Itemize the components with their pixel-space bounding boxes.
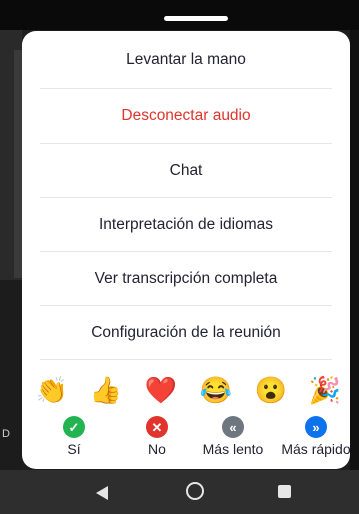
feedback-label: Más lento xyxy=(202,441,264,457)
back-icon[interactable] xyxy=(96,486,108,500)
heart-icon[interactable]: ❤️ xyxy=(144,373,178,407)
thumbs-up-icon[interactable]: 👍 xyxy=(89,373,123,407)
feedback-yes-button[interactable]: ✓ Sí xyxy=(34,416,114,457)
recent-apps-icon[interactable] xyxy=(278,485,291,498)
party-popper-icon[interactable]: 🎉 xyxy=(308,373,342,407)
nonverbal-feedback-row: ✓ Sí ✕ No « Más lento » Más rápido xyxy=(22,416,350,466)
close-icon: ✕ xyxy=(146,416,168,438)
feedback-no-button[interactable]: ✕ No xyxy=(117,416,197,457)
menu-item-meeting-settings[interactable]: Configuración de la reunión xyxy=(40,306,332,360)
tears-of-joy-icon[interactable]: 😂 xyxy=(199,373,233,407)
meeting-video-edge xyxy=(350,30,359,470)
feedback-faster-button[interactable]: » Más rápido xyxy=(276,416,350,457)
clapping-hands-icon[interactable]: 👏 xyxy=(35,373,69,407)
menu-item-raise-hand[interactable]: Levantar la mano xyxy=(40,33,332,87)
menu-item-language-interpretation[interactable]: Interpretación de idiomas xyxy=(40,198,332,252)
surprised-face-icon[interactable]: 😮 xyxy=(254,373,288,407)
feedback-slower-button[interactable]: « Más lento xyxy=(193,416,273,457)
feedback-label: Más rápido xyxy=(281,441,350,457)
status-bar-background xyxy=(0,0,359,30)
reactions-row: 👏 👍 ❤️ 😂 😮 🎉 xyxy=(22,373,350,407)
android-navigation-bar xyxy=(0,470,359,514)
slower-icon: « xyxy=(222,416,244,438)
more-options-sheet: Levantar la mano Desconectar audio Chat … xyxy=(22,31,350,469)
feedback-label: No xyxy=(148,441,166,457)
faster-icon: » xyxy=(305,416,327,438)
menu-item-disconnect-audio[interactable]: Desconectar audio xyxy=(40,89,332,143)
meeting-video-background xyxy=(0,30,22,470)
menu-item-chat[interactable]: Chat xyxy=(40,144,332,198)
home-icon[interactable] xyxy=(186,482,204,500)
sheet-drag-handle[interactable] xyxy=(164,16,228,21)
background-side-text: D xyxy=(2,428,10,440)
divider xyxy=(40,359,332,360)
menu-item-full-transcript[interactable]: Ver transcripción completa xyxy=(40,252,332,306)
feedback-label: Sí xyxy=(67,441,81,457)
check-icon: ✓ xyxy=(63,416,85,438)
